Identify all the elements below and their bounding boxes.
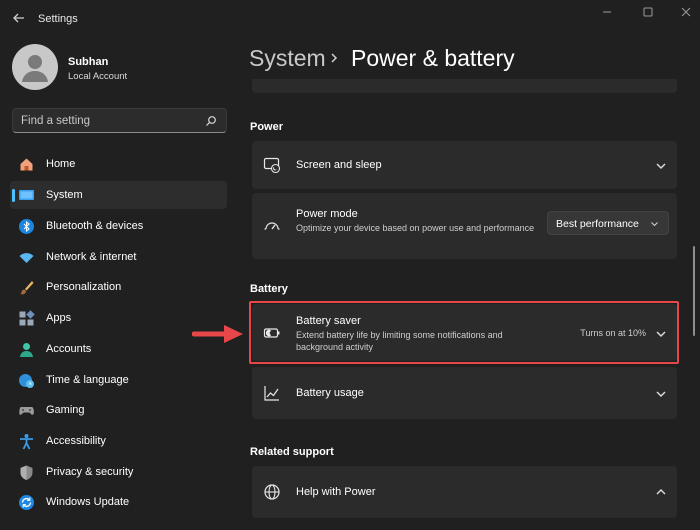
close-icon[interactable]	[678, 5, 694, 19]
battery-usage-title: Battery usage	[296, 387, 364, 399]
accounts-icon	[20, 343, 33, 357]
wifi-icon	[19, 253, 34, 263]
chevron-down-icon[interactable]	[655, 389, 667, 399]
section-header-power: Power	[250, 121, 284, 133]
globe-clock-icon	[19, 374, 34, 388]
search-icon[interactable]	[205, 115, 217, 127]
nav-label-personalization: Personalization	[46, 281, 122, 293]
chart-icon	[264, 386, 279, 401]
search-box[interactable]: Find a setting	[12, 108, 227, 133]
nav-label-privacy: Privacy & security	[46, 466, 134, 478]
page-title: Power & battery	[351, 45, 515, 71]
power-mode-card: Power mode Optimize your device based on…	[252, 193, 677, 259]
red-arrow-annotation	[192, 325, 243, 343]
nav-item-personalization[interactable]: Personalization	[10, 273, 227, 301]
power-mode-icon	[264, 222, 280, 230]
nav-item-network[interactable]: Network & internet	[10, 243, 227, 271]
power-mode-title: Power mode	[296, 208, 358, 220]
chevron-down-icon[interactable]	[655, 161, 667, 171]
nav-label-system: System	[46, 189, 83, 201]
selection-indicator	[12, 189, 15, 202]
globe-icon	[264, 484, 280, 500]
update-icon	[19, 495, 34, 510]
breadcrumb-parent[interactable]: System	[249, 45, 326, 72]
power-mode-description: Optimize your device based on power use …	[296, 223, 535, 233]
account-type: Local Account	[68, 71, 128, 82]
section-header-related-support: Related support	[250, 446, 334, 458]
nav-item-bluetooth[interactable]: Bluetooth & devices	[10, 212, 227, 240]
section-header-battery: Battery	[250, 283, 288, 295]
home-icon	[20, 158, 33, 171]
nav-item-home[interactable]: Home	[10, 150, 227, 178]
highlight-box	[249, 301, 679, 364]
search-input[interactable]: Find a setting	[21, 115, 90, 127]
nav-label-home: Home	[46, 158, 76, 170]
nav-item-accessibility[interactable]: Accessibility	[10, 427, 227, 455]
back-arrow-icon[interactable]	[10, 9, 28, 27]
nav-item-gaming[interactable]: Gaming	[10, 396, 227, 424]
brush-icon	[20, 281, 34, 295]
help-power-card[interactable]: Help with Power	[252, 466, 677, 518]
nav-label-bluetooth: Bluetooth & devices	[46, 220, 144, 232]
screen-sleep-icon	[263, 157, 281, 174]
apps-icon	[19, 310, 35, 326]
power-mode-value: Best performance	[556, 218, 639, 230]
nav-label-accessibility: Accessibility	[46, 435, 106, 447]
card-partial	[252, 79, 677, 93]
nav-label-time-language: Time & language	[46, 374, 129, 386]
nav-item-time-language[interactable]: Time & language	[10, 366, 227, 394]
minimize-icon[interactable]	[599, 5, 615, 19]
accessibility-icon	[20, 434, 33, 450]
nav-item-system[interactable]: System	[10, 181, 227, 209]
chevron-right-icon	[331, 53, 338, 63]
user-name: Subhan	[68, 56, 109, 68]
chevron-down-icon	[651, 222, 658, 227]
screen-sleep-title: Screen and sleep	[296, 159, 382, 171]
system-icon	[19, 190, 34, 200]
nav-label-apps: Apps	[46, 312, 72, 324]
power-mode-dropdown[interactable]: Best performance	[547, 211, 669, 235]
scrollbar-thumb[interactable]	[693, 246, 695, 336]
title-bar: Settings	[0, 0, 700, 38]
gamepad-icon	[19, 407, 34, 415]
help-power-title: Help with Power	[296, 486, 376, 498]
shield-icon	[20, 465, 33, 480]
maximize-icon[interactable]	[640, 5, 656, 19]
battery-usage-card[interactable]: Battery usage	[252, 367, 677, 419]
bluetooth-icon	[19, 219, 34, 234]
screen-sleep-card[interactable]: Screen and sleep	[252, 141, 677, 189]
avatar[interactable]	[12, 44, 58, 90]
app-title: Settings	[38, 13, 78, 25]
user-silhouette-icon	[22, 55, 48, 82]
nav-label-gaming: Gaming	[46, 404, 85, 416]
chevron-up-icon[interactable]	[655, 487, 667, 497]
nav-label-network: Network & internet	[46, 251, 137, 263]
nav-label-windows-update: Windows Update	[46, 496, 130, 508]
nav-label-accounts: Accounts	[46, 343, 92, 355]
nav-item-windows-update[interactable]: Windows Update	[10, 488, 227, 516]
nav-item-privacy[interactable]: Privacy & security	[10, 458, 227, 486]
